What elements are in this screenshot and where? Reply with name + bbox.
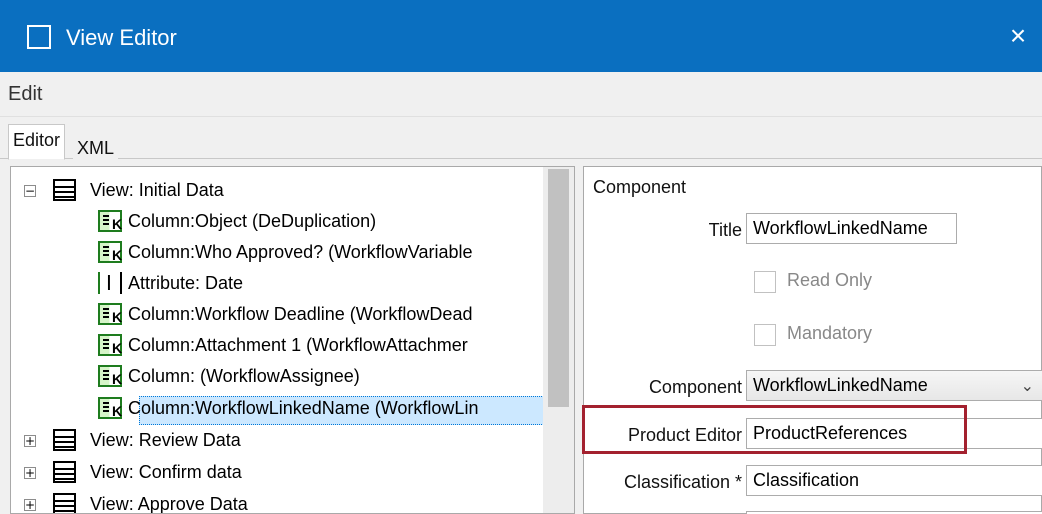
tree-column-who-approved[interactable]: Column:Who Approved? (WorkflowVariable <box>11 237 541 271</box>
component-select-value: WorkflowLinkedName <box>753 375 928 395</box>
tree-item-label: Column:WorkflowLinkedName (WorkflowLin <box>128 398 479 418</box>
tree-item-label: View: Initial Data <box>90 180 224 200</box>
tree-column-assignee[interactable]: Column: (WorkflowAssignee) <box>11 361 541 395</box>
tree-item-label: Attribute: Date <box>128 273 244 293</box>
scrollbar-thumb[interactable] <box>548 169 569 407</box>
tree-item-label: View: Confirm data <box>90 462 242 482</box>
view-tree-panel[interactable]: − View: Initial Data Column:Object (DeDu… <box>10 166 575 514</box>
tree-column-object[interactable]: Column:Object (DeDuplication) <box>11 206 541 240</box>
tree-view-confirm-data[interactable]: + View: Confirm data <box>11 457 541 488</box>
column-icon <box>98 209 122 240</box>
tree-view-review-data[interactable]: + View: Review Data <box>11 425 541 456</box>
tree-item-label: Column:Workflow Deadline (WorkflowDead <box>128 304 473 324</box>
view-icon <box>53 429 76 451</box>
expand-icon[interactable]: + <box>24 435 36 447</box>
read-only-label: Read Only <box>787 270 873 290</box>
window-icon <box>27 25 51 49</box>
collapse-icon[interactable]: − <box>24 185 36 197</box>
product-editor-input[interactable]: ProductReferences <box>746 418 1042 449</box>
view-editor-window: View Editor × Edit Editor XML − View: In… <box>0 0 1042 514</box>
tree-item-label: Column:Attachment 1 (WorkflowAttachmer <box>128 335 468 355</box>
component-select[interactable]: WorkflowLinkedName ⌄ <box>746 370 1042 401</box>
tree-item-label: View: Approve Data <box>90 494 248 514</box>
view-icon <box>53 461 76 483</box>
classification-label: Classification * <box>623 472 742 492</box>
tab-editor[interactable]: Editor <box>8 124 66 160</box>
title-bar: View Editor × <box>0 0 1042 72</box>
mandatory-label: Mandatory <box>787 323 873 343</box>
expand-icon[interactable]: + <box>24 467 36 479</box>
title-input[interactable]: WorkflowLinkedName <box>746 213 957 244</box>
tab-xml[interactable]: XML <box>73 133 119 164</box>
product-editor-label: Product Editor <box>627 425 742 445</box>
mandatory-checkbox[interactable] <box>754 324 776 346</box>
column-icon <box>98 240 122 271</box>
close-button[interactable]: × <box>994 0 1042 72</box>
tree-column-attachment[interactable]: Column:Attachment 1 (WorkflowAttachmer <box>11 330 541 364</box>
chevron-down-icon: ⌄ <box>1020 376 1034 395</box>
tree-item-label: Column:Who Approved? (WorkflowVariable <box>128 242 473 262</box>
window-title: View Editor <box>66 25 177 50</box>
column-icon <box>98 333 122 364</box>
tree-column-linked-name[interactable]: Column:WorkflowLinkedName (WorkflowLin <box>11 393 541 427</box>
editor-tabs: Editor XML <box>0 121 1042 164</box>
component-section-title: Component <box>593 177 687 197</box>
menu-edit[interactable]: Edit <box>8 83 42 106</box>
component-properties-panel: Component Title WorkflowLinkedName Read … <box>583 166 1042 514</box>
read-only-checkbox[interactable] <box>754 271 776 293</box>
column-icon <box>98 302 122 333</box>
expand-icon[interactable]: + <box>24 499 36 511</box>
tree-vertical-scrollbar[interactable] <box>543 167 574 513</box>
tree-item-label: Column: (WorkflowAssignee) <box>128 366 360 386</box>
column-icon <box>98 364 122 395</box>
column-icon <box>98 396 122 427</box>
view-icon <box>53 179 76 201</box>
view-icon <box>53 493 76 513</box>
tree-column-workflow-deadline[interactable]: Column:Workflow Deadline (WorkflowDead <box>11 299 541 333</box>
attribute-icon <box>98 268 122 299</box>
tree-item-label: Column:Object (DeDuplication) <box>128 211 377 231</box>
menu-bar: Edit <box>0 73 1042 117</box>
tree-item-label: View: Review Data <box>90 430 241 450</box>
title-label: Title <box>708 220 742 240</box>
tree-attribute-date[interactable]: Attribute: Date <box>11 268 541 299</box>
tree-view-initial-data[interactable]: − View: Initial Data <box>11 175 541 206</box>
component-label: Component <box>648 377 742 397</box>
tree-view-approve-data[interactable]: + View: Approve Data <box>11 489 541 514</box>
classification-input[interactable]: Classification <box>746 465 1042 496</box>
